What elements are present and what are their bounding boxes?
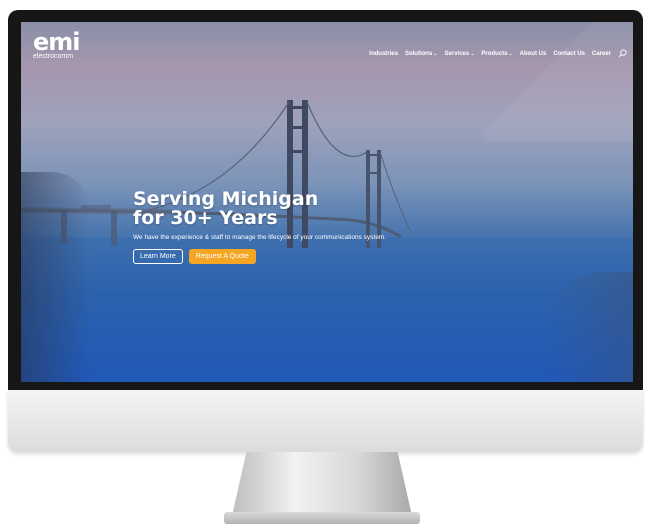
learn-more-button[interactable]: Learn More — [133, 249, 183, 264]
request-quote-button[interactable]: Request A Quote — [188, 249, 256, 264]
logo-mark: emi — [33, 28, 81, 56]
nav-item-industries[interactable]: Industries — [369, 51, 398, 57]
main-nav: Industries Solutions⌄ Services⌄ Products… — [369, 49, 627, 58]
hero-title-line2: for 30+ Years — [133, 207, 278, 229]
chevron-down-icon: ⌄ — [470, 50, 475, 57]
monitor-base — [224, 512, 420, 524]
nav-item-contact-us[interactable]: Contact Us — [553, 51, 585, 57]
hero-section: Serving Michigan for 30+ Years We have t… — [133, 190, 386, 264]
site-logo[interactable]: emi electrocomm — [33, 28, 81, 61]
nav-item-services[interactable]: Services⌄ — [445, 51, 475, 57]
nav-item-products[interactable]: Products⌄ — [481, 51, 512, 57]
monitor-frame: emi electrocomm Industries Solutions⌄ Se… — [8, 10, 643, 390]
website-screen: emi electrocomm Industries Solutions⌄ Se… — [21, 22, 633, 382]
hero-buttons: Learn More Request A Quote — [133, 249, 386, 264]
chevron-down-icon: ⌄ — [508, 50, 513, 57]
hero-title: Serving Michigan for 30+ Years — [133, 190, 386, 228]
nav-item-solutions[interactable]: Solutions⌄ — [405, 51, 438, 57]
monitor-stand — [232, 452, 412, 516]
chevron-down-icon: ⌄ — [433, 50, 438, 57]
nav-item-about-us[interactable]: About Us — [520, 51, 547, 57]
search-icon[interactable] — [618, 49, 627, 58]
shore-left — [21, 172, 91, 382]
monitor-chin — [8, 390, 643, 452]
logo-subtext: electrocomm — [33, 53, 74, 60]
nav-item-career[interactable]: Career — [592, 51, 611, 57]
hero-subtitle: We have the experience & staff to manage… — [133, 234, 387, 241]
